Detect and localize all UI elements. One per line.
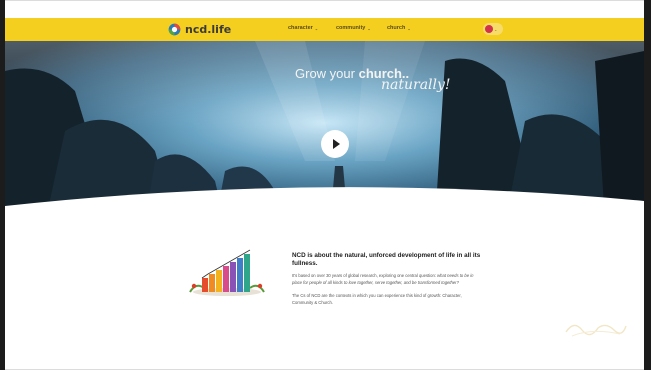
nav-community-label: community: [336, 25, 366, 31]
chevron-down-icon: ⌄: [494, 26, 498, 32]
intro-paragraph-2: The Cs of NCD are the contexts in which …: [292, 293, 462, 305]
growth-chart-illustration: [189, 249, 265, 296]
hero-video[interactable]: Grow your church.. naturally!: [5, 41, 644, 223]
brand-logo[interactable]: ncd.life: [168, 21, 231, 38]
play-icon: [332, 139, 340, 149]
language-selector[interactable]: ⌄: [483, 23, 503, 35]
nav-church[interactable]: church ⌄: [387, 25, 411, 31]
nav-character[interactable]: character ⌄: [288, 25, 318, 31]
hero-headline-script: naturally!: [381, 77, 451, 93]
top-navbar: ncd.life character ⌄ community ⌄ church …: [5, 18, 644, 41]
paragraph-1-text: It's based on over 30 years of global re…: [292, 273, 436, 278]
logo-mark-icon: [168, 23, 181, 36]
nav-church-label: church: [387, 25, 406, 31]
play-button[interactable]: [321, 130, 349, 158]
headline-prefix: Grow your: [295, 66, 355, 81]
chevron-down-icon: ⌄: [407, 25, 411, 31]
signature-watermark: [565, 324, 627, 337]
flag-icon: [485, 25, 493, 33]
nav-character-label: character: [288, 25, 313, 31]
intro-content: NCD is about the natural, unforced devel…: [292, 252, 482, 312]
chevron-down-icon: ⌄: [314, 25, 319, 31]
intro-paragraph-1: It's based on over 30 years of global re…: [292, 272, 482, 286]
intro-heading: NCD is about the natural, unforced devel…: [292, 252, 481, 267]
brand-name: ncd.life: [185, 23, 232, 36]
nav-community[interactable]: community ⌄: [336, 25, 371, 31]
chevron-down-icon: ⌄: [367, 25, 371, 31]
window-edge-right: [644, 0, 651, 370]
